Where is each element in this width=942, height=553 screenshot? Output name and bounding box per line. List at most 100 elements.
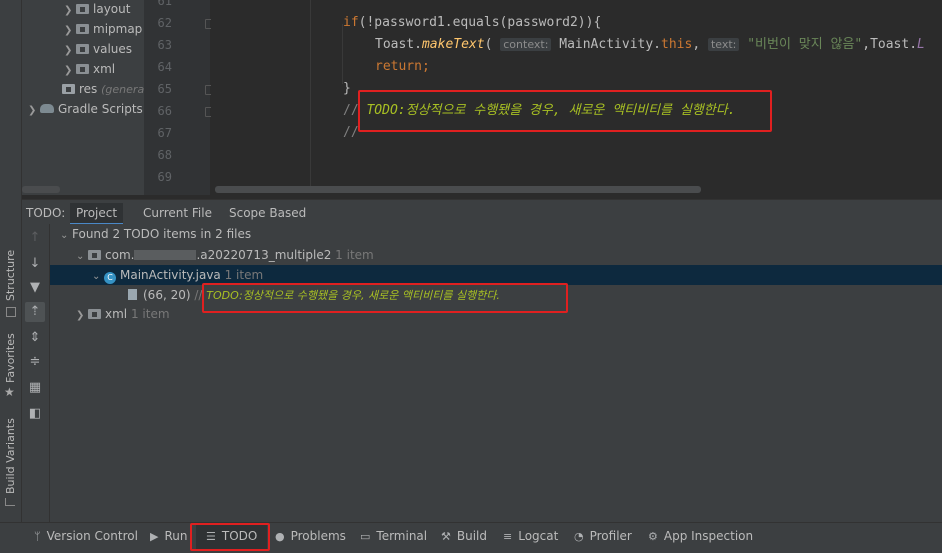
folder-icon	[76, 64, 89, 74]
app-inspection-button[interactable]: ⚙ App Inspection	[648, 523, 753, 549]
structure-tab[interactable]: Structure	[0, 250, 21, 317]
package-name-prefix: com.	[105, 248, 135, 262]
highlight-box-todo-entry	[202, 283, 568, 313]
profiler-button[interactable]: ◔ Profiler	[574, 523, 632, 549]
collapse-all-icon[interactable]: ≑	[25, 352, 45, 372]
chevron-right-icon[interactable]: ❯	[76, 306, 88, 326]
line-number: 68	[157, 148, 172, 162]
chevron-right-icon[interactable]: ❯	[64, 61, 76, 81]
redacted-block	[134, 250, 197, 260]
todo-summary[interactable]: ⌄ Found 2 TODO items in 2 files	[50, 224, 942, 244]
button-label: Run	[164, 529, 188, 543]
build-button[interactable]: ⚒ Build	[441, 523, 487, 549]
tree-item-suffix: (generat	[101, 83, 144, 96]
todo-package-row[interactable]: ⌄ com. .a20220713_multiple2 1 item	[50, 245, 942, 265]
todo-title: TODO:	[26, 206, 66, 220]
todo-file-row[interactable]: ⌄ C MainActivity.java 1 item	[50, 265, 942, 285]
project-tree: ❯ layout ❯ mipmap ❯ values ❯ xml res (genera…	[22, 0, 144, 195]
item-count: 1 item	[335, 248, 374, 262]
logcat-button[interactable]: ≡ Logcat	[503, 523, 558, 549]
autoscroll-to-source-icon[interactable]: ⇡	[25, 302, 45, 322]
tree-item-gradle-scripts[interactable]: ❯ Gradle Scripts	[28, 99, 143, 119]
favorites-tab-label: Favorites	[4, 333, 17, 383]
chevron-right-icon[interactable]: ❯	[64, 41, 76, 61]
code-line-62: if(!password1.equals(password2)){	[343, 12, 601, 34]
java-class-icon: C	[104, 272, 116, 284]
tab-current-file[interactable]: Current File	[137, 203, 218, 223]
project-tree-scrollbar[interactable]	[22, 186, 60, 193]
line-number: 61	[157, 0, 172, 8]
code-text: (!password1.equals(password2)){	[358, 15, 602, 30]
problems-button[interactable]: ● Problems	[275, 523, 346, 549]
code-text: ;	[421, 59, 430, 74]
build-variants-tab-label: Build Variants	[4, 418, 17, 494]
build-variants-tab[interactable]: Build Variants	[0, 418, 21, 510]
run-button[interactable]: ▶ Run	[150, 523, 187, 549]
button-label: Version Control	[46, 529, 138, 543]
line-number: 62	[157, 16, 172, 30]
parameter-hint: context:	[500, 38, 552, 51]
code-line-67: //	[343, 122, 359, 144]
preview-icon[interactable]: ◧	[25, 404, 45, 424]
folder-icon	[76, 44, 89, 54]
logcat-icon: ≡	[503, 530, 513, 543]
editor-horizontal-scrollbar[interactable]	[215, 186, 701, 193]
branch-icon: ᛘ	[34, 530, 41, 543]
tab-scope-based[interactable]: Scope Based	[223, 203, 312, 223]
line-number: 65	[157, 82, 172, 96]
code-editor[interactable]: if(!password1.equals(password2)){ Toast.…	[211, 0, 942, 195]
todo-position: (66, 20)	[143, 288, 191, 302]
item-count: 1 item	[130, 307, 170, 321]
inspection-icon: ⚙	[648, 530, 658, 543]
chevron-right-icon[interactable]: ❯	[28, 101, 40, 121]
comment-slashes: //	[343, 125, 359, 140]
terminal-icon: ▭	[360, 530, 371, 543]
favorites-tab[interactable]: Favorites ★	[0, 333, 21, 405]
next-occurrence-icon[interactable]: ↓	[25, 254, 45, 274]
terminal-button[interactable]: ▭ Terminal	[360, 523, 427, 549]
chevron-right-icon[interactable]: ❯	[64, 1, 76, 21]
string-literal: "비번이 맞지 않음"	[739, 37, 863, 52]
filter-icon[interactable]: ▼	[25, 278, 45, 298]
file-name: MainActivity.java	[120, 268, 221, 282]
code-text: }	[343, 81, 351, 96]
folder-icon	[88, 309, 101, 319]
structure-tab-label: Structure	[4, 249, 17, 301]
chevron-right-icon[interactable]: ❯	[64, 21, 76, 41]
indent-guide	[310, 0, 311, 190]
tree-item-label: values	[93, 42, 133, 56]
group-by-icon[interactable]: ▦	[25, 378, 45, 398]
line-number: 66	[157, 104, 172, 118]
version-control-button[interactable]: ᛘ Version Control	[34, 523, 138, 549]
tree-item-values[interactable]: ❯ values	[64, 39, 132, 59]
button-label: Problems	[290, 529, 346, 543]
gradle-icon	[40, 104, 54, 113]
hammer-icon: ⚒	[441, 530, 451, 543]
tree-item-xml[interactable]: ❯ xml	[64, 59, 115, 79]
code-text: ,Toast.	[862, 37, 918, 52]
chevron-down-icon[interactable]: ⌄	[60, 226, 72, 246]
folder-icon	[76, 4, 89, 14]
tree-item-label: mipmap	[93, 22, 143, 36]
run-icon: ▶	[150, 530, 159, 543]
line-number: 69	[157, 170, 172, 184]
tree-item-layout[interactable]: ❯ layout	[64, 0, 130, 19]
line-number: 63	[157, 38, 172, 52]
editor-gutter: 61 62 63 64 65 66 67 68 69	[144, 0, 214, 195]
profiler-icon: ◔	[574, 530, 584, 543]
code-text: ,	[692, 37, 708, 52]
tree-item-res[interactable]: res (generat	[62, 79, 144, 99]
bottom-tool-bar: ᛘ Version Control ▶ Run ☰ TODO ● Problems ▭ T…	[0, 522, 942, 553]
tree-item-label: xml	[93, 62, 116, 76]
code-text: L	[917, 37, 925, 52]
chevron-down-icon[interactable]: ⌄	[76, 247, 88, 267]
expand-all-icon[interactable]: ⇕	[25, 328, 45, 348]
package-name-suffix: .a20220713_multiple2	[196, 248, 332, 262]
item-count: 1 item	[224, 268, 264, 282]
build-variants-icon	[5, 498, 15, 506]
chevron-down-icon[interactable]: ⌄	[92, 267, 104, 287]
tree-item-mipmap[interactable]: ❯ mipmap	[64, 19, 142, 39]
tab-project[interactable]: Project	[70, 203, 124, 225]
line-number: 67	[157, 126, 172, 140]
previous-occurrence-icon[interactable]: ↑	[25, 228, 45, 248]
